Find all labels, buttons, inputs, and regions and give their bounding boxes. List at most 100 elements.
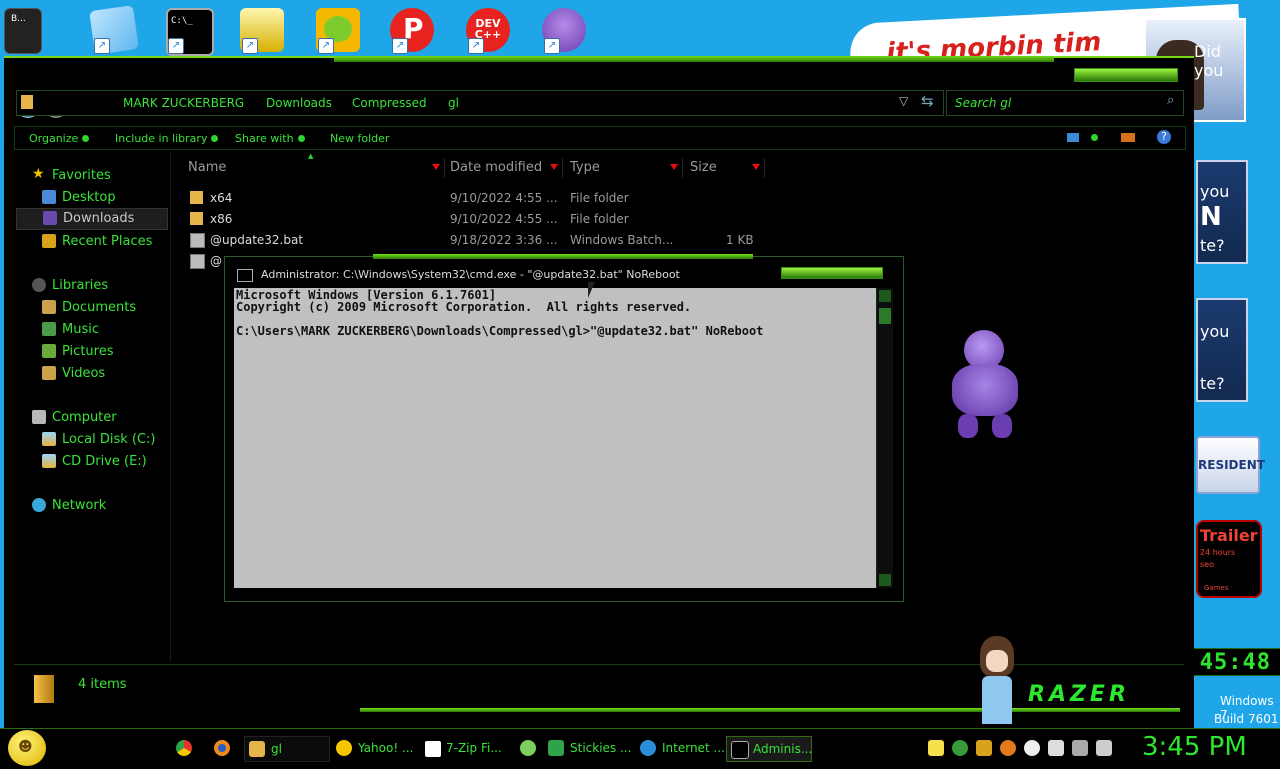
taskbar-clock[interactable]: 3:45 PM <box>1142 732 1247 762</box>
file-row[interactable]: x86 9/10/2022 4:55 ... File folder <box>186 209 786 229</box>
window-controls[interactable] <box>1074 68 1178 82</box>
help-icon[interactable]: ? <box>1157 130 1171 144</box>
ad-tile-4[interactable]: RESIDENT <box>1196 436 1265 494</box>
cmd-window-controls[interactable] <box>781 267 883 279</box>
console-scrollbar[interactable] <box>876 288 893 588</box>
taskbar-button-yahoo[interactable]: Yahoo! ... <box>332 736 416 760</box>
documents-icon <box>42 300 56 314</box>
command-bar: Organize Include in library Share with N… <box>14 126 1186 150</box>
start-button[interactable]: ☻ <box>8 730 46 766</box>
folder-icon <box>21 95 33 109</box>
new-folder-button[interactable]: New folder <box>330 132 389 145</box>
console-line: C:\Users\MARK ZUCKERBERG\Downloads\Compr… <box>236 324 764 338</box>
preview-pane-icon[interactable] <box>1121 133 1135 142</box>
cd-drive-icon <box>42 454 56 468</box>
nav-desktop[interactable]: Desktop <box>16 188 166 208</box>
cmd-icon <box>731 741 749 759</box>
recent-places-icon <box>42 234 56 248</box>
shortcut-arrow-icon: ↗ <box>468 38 484 54</box>
column-date-modified[interactable]: Date modified <box>446 158 563 178</box>
share-with-button[interactable]: Share with <box>235 132 305 145</box>
bonzi-buddy-image[interactable] <box>946 330 1024 440</box>
breadcrumb-compressed[interactable]: Compressed <box>352 96 427 110</box>
batch-file-icon <box>190 233 205 248</box>
folder-icon <box>249 741 265 757</box>
notepad-shortcut[interactable]: ↗ <box>88 5 139 56</box>
ad-tile-5[interactable]: Trailer 24 hours seo Games <box>1196 520 1262 598</box>
nav-cd-drive[interactable]: CD Drive (E:) <box>16 452 166 472</box>
star-icon: ★ <box>32 166 45 182</box>
organize-button[interactable]: Organize <box>29 132 90 145</box>
desktop-icon <box>42 190 56 204</box>
nav-computer[interactable]: Computer <box>16 408 166 428</box>
taskbar-button-cmd[interactable]: Adminis... <box>726 736 812 762</box>
program-tray-icon[interactable] <box>976 740 992 756</box>
nav-favorites[interactable]: ★ Favorites <box>16 166 166 186</box>
breadcrumb-gl[interactable]: gl <box>448 96 459 110</box>
column-menu-icon[interactable] <box>752 164 760 170</box>
batch-file-icon <box>190 254 205 269</box>
dev-cpp-shortcut[interactable]: DEV C++ ↗ <box>462 6 512 56</box>
file-row[interactable]: @ <box>186 251 226 271</box>
column-name[interactable]: Name ▲ <box>176 152 445 178</box>
pictures-icon <box>42 344 56 358</box>
column-menu-icon[interactable] <box>670 164 678 170</box>
app-icon[interactable] <box>520 740 536 756</box>
computer-shortcut[interactable]: B... <box>0 6 50 56</box>
bad-piggies-shortcut[interactable]: ↗ <box>312 6 362 56</box>
nav-recent-places[interactable]: Recent Places <box>16 232 166 252</box>
cmd-icon <box>237 269 253 282</box>
view-icon[interactable] <box>1067 133 1079 142</box>
column-menu-icon[interactable] <box>550 164 558 170</box>
minus-tray-icon[interactable] <box>1024 740 1040 756</box>
nav-music[interactable]: Music <box>16 320 166 340</box>
column-size[interactable]: Size <box>686 158 765 178</box>
network-status-icon[interactable] <box>1072 740 1088 756</box>
cmd-shortcut[interactable]: C:\_ ↗ <box>162 6 214 56</box>
search-input[interactable]: Search gl ⌕ <box>946 90 1184 116</box>
taskbar-button-7zip[interactable]: 7-Zip Fi... <box>420 736 504 760</box>
action-center-icon[interactable] <box>1048 740 1064 756</box>
nav-pictures[interactable]: Pictures <box>16 342 166 362</box>
ad-tile-3[interactable]: you te? <box>1196 298 1248 402</box>
taskbar-button-stickies[interactable]: Stickies ... <box>544 736 631 760</box>
nav-network[interactable]: Network <box>16 496 166 516</box>
nav-documents[interactable]: Documents <box>16 298 166 318</box>
address-bar[interactable]: MARK ZUCKERBERG Downloads Compressed gl … <box>16 90 944 116</box>
view-options-dot[interactable] <box>1091 134 1098 141</box>
volume-icon[interactable] <box>1096 740 1112 756</box>
sticky-note-tray-icon[interactable] <box>928 740 944 756</box>
search-icon[interactable]: ⌕ <box>1167 93 1174 108</box>
taskbar-button-internet-explorer[interactable]: Internet ... <box>636 736 725 760</box>
include-in-library-button[interactable]: Include in library <box>115 132 219 145</box>
nav-local-disk[interactable]: Local Disk (C:) <box>16 430 166 450</box>
breadcrumb-user[interactable]: MARK ZUCKERBERG <box>123 96 244 110</box>
nav-downloads[interactable]: Downloads <box>16 208 168 230</box>
stickies-icon <box>548 740 564 756</box>
nav-videos[interactable]: Videos <box>16 364 166 384</box>
search-tray-icon[interactable] <box>1000 740 1016 756</box>
column-type[interactable]: Type <box>566 158 683 178</box>
yahoo-icon <box>336 740 352 756</box>
shortcut-arrow-icon: ↗ <box>318 38 334 54</box>
shortcut-arrow-icon: ↗ <box>242 38 258 54</box>
file-row[interactable]: @update32.bat 9/18/2022 3:36 ... Windows… <box>186 230 786 250</box>
bonzi-shortcut[interactable]: ↗ <box>538 6 588 56</box>
column-menu-icon[interactable] <box>432 164 440 170</box>
taskbar-button-explorer[interactable]: gl <box>244 736 330 762</box>
downloads-icon <box>43 211 57 225</box>
chrome-icon[interactable] <box>176 740 192 756</box>
refresh-icon[interactable]: ⇆ <box>921 92 934 110</box>
firefox-icon[interactable] <box>214 740 230 756</box>
sort-indicator-icon: ▲ <box>308 152 314 160</box>
build-number: Build 7601 <box>1214 712 1279 726</box>
network-tray-icon[interactable] <box>952 740 968 756</box>
breadcrumb-downloads[interactable]: Downloads <box>266 96 332 110</box>
scanner-shortcut[interactable]: ↗ <box>236 6 286 56</box>
nav-libraries[interactable]: Libraries <box>16 276 166 296</box>
address-dropdown-icon[interactable]: ▽ <box>899 94 908 108</box>
file-row[interactable]: x64 9/10/2022 4:55 ... File folder <box>186 188 786 208</box>
p-app-shortcut[interactable]: P ↗ <box>386 6 436 56</box>
ad-tile-2[interactable]: you N te? <box>1196 160 1248 264</box>
scrollbar-thumb[interactable] <box>879 308 891 324</box>
